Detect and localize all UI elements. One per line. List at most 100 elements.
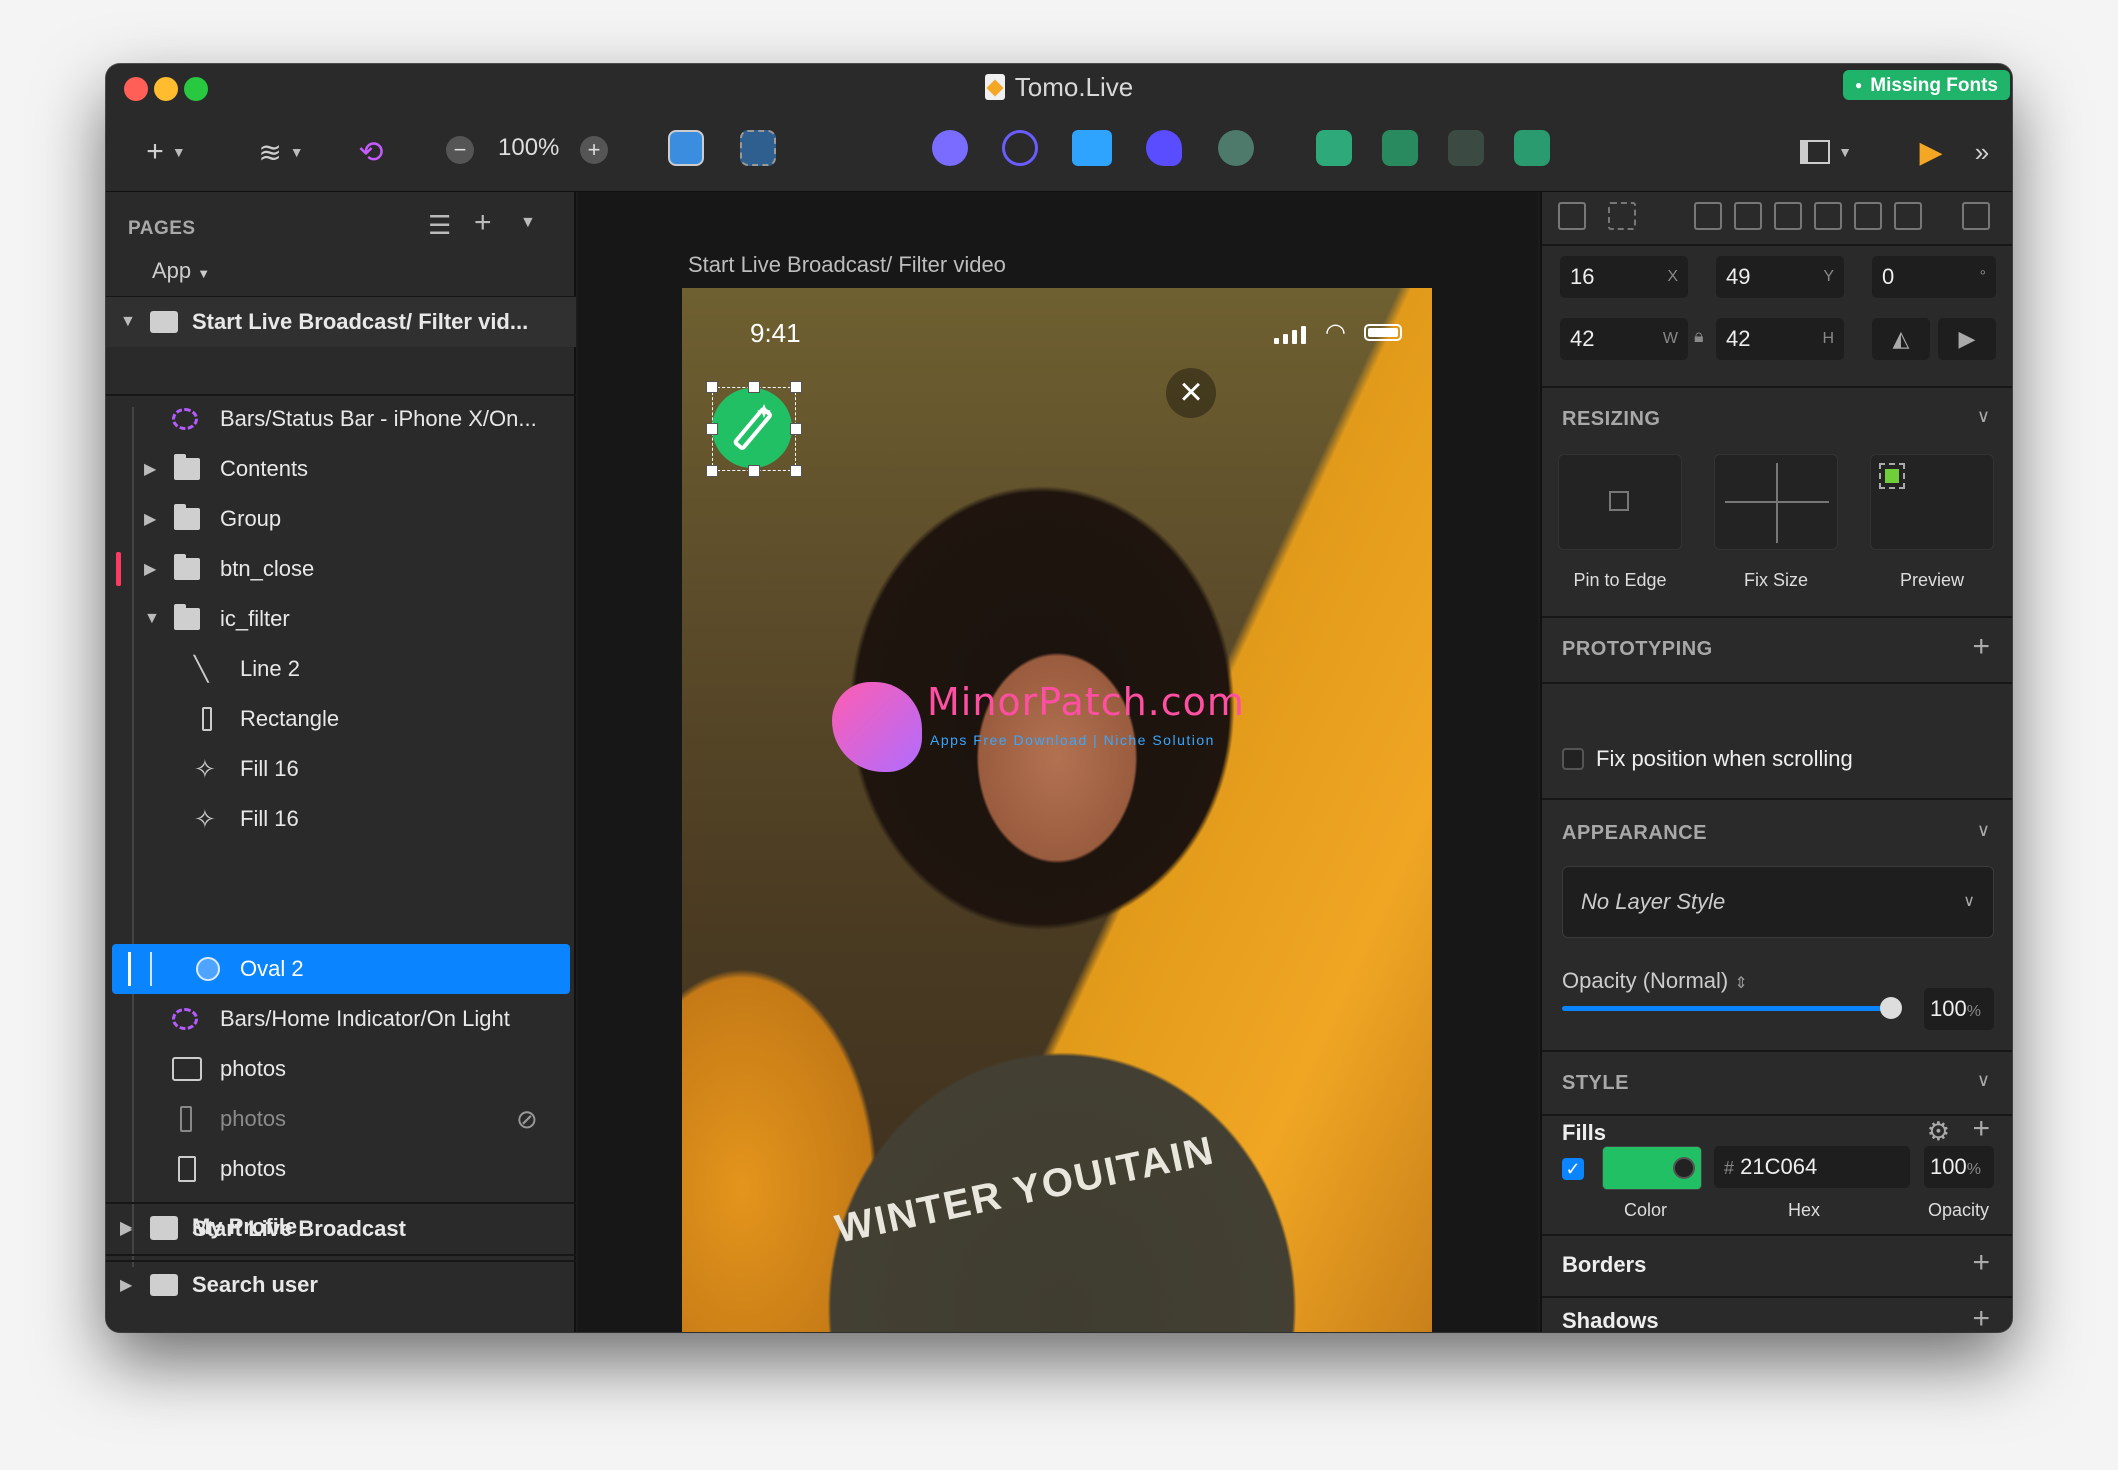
zoom-in-button[interactable]: + — [580, 136, 608, 164]
resize-handle[interactable] — [706, 381, 718, 393]
add-prototyping-button[interactable]: + — [1972, 632, 1990, 662]
preview-option[interactable] — [1870, 454, 1994, 550]
zoom-canvas-icon[interactable] — [740, 130, 776, 166]
align-hcenter-icon[interactable] — [1854, 202, 1882, 230]
align-left-icon[interactable] — [1558, 202, 1586, 230]
layer-row[interactable]: ▶ btn_close — [106, 544, 576, 594]
rotation-field[interactable]: 0 ° — [1872, 256, 1996, 298]
zoom-selection-icon[interactable] — [668, 130, 704, 166]
width-field[interactable]: 42 W — [1560, 318, 1688, 360]
missing-fonts-badge[interactable]: Missing Fonts — [1843, 70, 2010, 100]
preview-button[interactable]: ▶ — [1906, 128, 1956, 176]
layer-row[interactable]: ▶ Group — [106, 494, 576, 544]
layer-row[interactable]: photos — [106, 1144, 576, 1194]
layer-row[interactable]: Bars/Status Bar - iPhone X/On... — [106, 394, 576, 444]
x-field[interactable]: 16 X — [1560, 256, 1688, 298]
layer-style-select[interactable]: No Layer Style ∨ — [1562, 866, 1994, 938]
union-icon[interactable] — [1316, 130, 1352, 166]
opacity-field[interactable]: 100% — [1924, 988, 1994, 1030]
fill-color-swatch[interactable] — [1602, 1146, 1702, 1190]
flip-vertical-icon[interactable]: ▶ — [1938, 318, 1996, 360]
view-menu-button[interactable]: ▼ — [1796, 128, 1856, 176]
fix-position-checkbox[interactable] — [1562, 748, 1584, 770]
distribute-icon[interactable] — [1962, 202, 1990, 230]
hidden-eye-icon[interactable]: ⊘ — [516, 1104, 538, 1135]
opacity-slider[interactable] — [1562, 997, 1902, 1019]
intersect-icon[interactable] — [1448, 130, 1484, 166]
resize-handle[interactable] — [706, 465, 718, 477]
layer-row[interactable]: ▼ Start Live Broadcast/ Filter vid... — [106, 297, 576, 347]
artboard-title[interactable]: Start Live Broadcast/ Filter video — [688, 252, 1006, 278]
resize-handle[interactable] — [790, 465, 802, 477]
fill-opacity-field[interactable]: 100% — [1924, 1146, 1994, 1188]
disclosure-icon[interactable]: ▼ — [144, 610, 160, 628]
align-top-icon[interactable] — [1694, 202, 1722, 230]
pin-to-edge-option[interactable] — [1558, 454, 1682, 550]
mask-icon[interactable] — [932, 130, 968, 166]
add-fill-button[interactable]: + — [1972, 1114, 1990, 1144]
difference-icon[interactable] — [1514, 130, 1550, 166]
add-shadow-button[interactable]: + — [1972, 1304, 1990, 1333]
fix-size-option[interactable] — [1714, 454, 1838, 550]
zoom-out-button[interactable]: − — [446, 136, 474, 164]
list-icon[interactable]: ☰ — [428, 210, 451, 241]
align-hleft-icon[interactable] — [1814, 202, 1842, 230]
resize-handle[interactable] — [790, 381, 802, 393]
opacity-slider-knob[interactable] — [1880, 997, 1902, 1019]
fill-hex-field[interactable]: # 21C064 — [1714, 1146, 1910, 1188]
chevron-down-icon: ▼ — [197, 266, 211, 281]
resize-handle[interactable] — [748, 381, 760, 393]
subtract-icon[interactable] — [1382, 130, 1418, 166]
scale-icon[interactable] — [1072, 130, 1112, 166]
layer-row[interactable]: ✧ Fill 16 — [106, 794, 576, 844]
create-symbol-button[interactable]: ⟲ — [346, 128, 396, 176]
disclosure-icon[interactable]: ▶ — [144, 459, 156, 479]
lock-icon[interactable]: 🔒︎ — [1694, 326, 1704, 347]
resize-handle[interactable] — [790, 423, 802, 435]
layer-row-hidden[interactable]: photos ⊘ — [106, 1094, 576, 1144]
disclosure-icon[interactable]: ▶ — [120, 1219, 132, 1239]
disclosure-icon[interactable]: ▼ — [120, 313, 136, 331]
layer-row[interactable]: ✧ Fill 16 — [106, 744, 576, 794]
gear-icon[interactable]: ⚙ — [1927, 1116, 1950, 1147]
layer-row-selected[interactable]: Oval 2 — [106, 944, 576, 994]
align-middle-icon[interactable] — [1734, 202, 1762, 230]
layers-menu-button[interactable]: ≋ ▼ — [246, 128, 316, 176]
add-page-button[interactable]: + — [474, 206, 492, 240]
stepper-icon[interactable]: ⇕ — [1734, 975, 1747, 992]
chevron-down-icon[interactable]: ∨ — [1977, 406, 1990, 427]
resize-handle[interactable] — [706, 423, 718, 435]
layer-row[interactable]: ╲ Line 2 — [106, 644, 576, 694]
canvas[interactable]: Start Live Broadcast/ Filter video 9:41 … — [578, 192, 1538, 1332]
height-field[interactable]: 42 H — [1716, 318, 1844, 360]
chevron-down-icon[interactable]: ∨ — [1977, 820, 1990, 841]
layer-row[interactable]: photos — [106, 1044, 576, 1094]
align-bottom-icon[interactable] — [1774, 202, 1802, 230]
layer-row[interactable]: ▶ Contents — [106, 444, 576, 494]
y-field[interactable]: 49 Y — [1716, 256, 1844, 298]
add-border-button[interactable]: + — [1972, 1248, 1990, 1278]
resize-handle[interactable] — [748, 465, 760, 477]
close-icon[interactable]: × — [1166, 368, 1216, 418]
align-hright-icon[interactable] — [1894, 202, 1922, 230]
layer-row[interactable]: Bars/Home Indicator/On Light — [106, 994, 576, 1044]
current-page-selector[interactable]: App ▼ — [152, 258, 210, 284]
disclosure-icon[interactable]: ▶ — [144, 509, 156, 529]
layer-row[interactable]: ▼ ic_filter — [106, 594, 576, 644]
more-toolbar-button[interactable]: » — [1962, 128, 2002, 176]
align-center-icon[interactable] — [1608, 202, 1636, 230]
insert-button[interactable]: + ▼ — [136, 128, 196, 176]
collapse-pages-icon[interactable]: ▼ — [520, 214, 536, 232]
flip-horizontal-icon[interactable]: ◭ — [1872, 318, 1930, 360]
link-icon[interactable] — [1218, 130, 1254, 166]
artboard-row[interactable]: ▶ Start Live Broadcast — [106, 1204, 576, 1254]
rotate-icon[interactable] — [1002, 130, 1038, 166]
color-picker-icon[interactable] — [1673, 1157, 1695, 1179]
chevron-down-icon[interactable]: ∨ — [1977, 1070, 1990, 1091]
flatten-icon[interactable] — [1146, 130, 1182, 166]
layer-row[interactable]: Rectangle — [106, 694, 576, 744]
disclosure-icon[interactable]: ▶ — [144, 559, 156, 579]
zoom-level[interactable]: 100% — [498, 134, 559, 162]
artboard[interactable]: 9:41 ◠ × MinorPatch.com Apps Free Downlo… — [682, 288, 1432, 1332]
fill-enabled-checkbox[interactable]: ✓ — [1562, 1158, 1584, 1180]
